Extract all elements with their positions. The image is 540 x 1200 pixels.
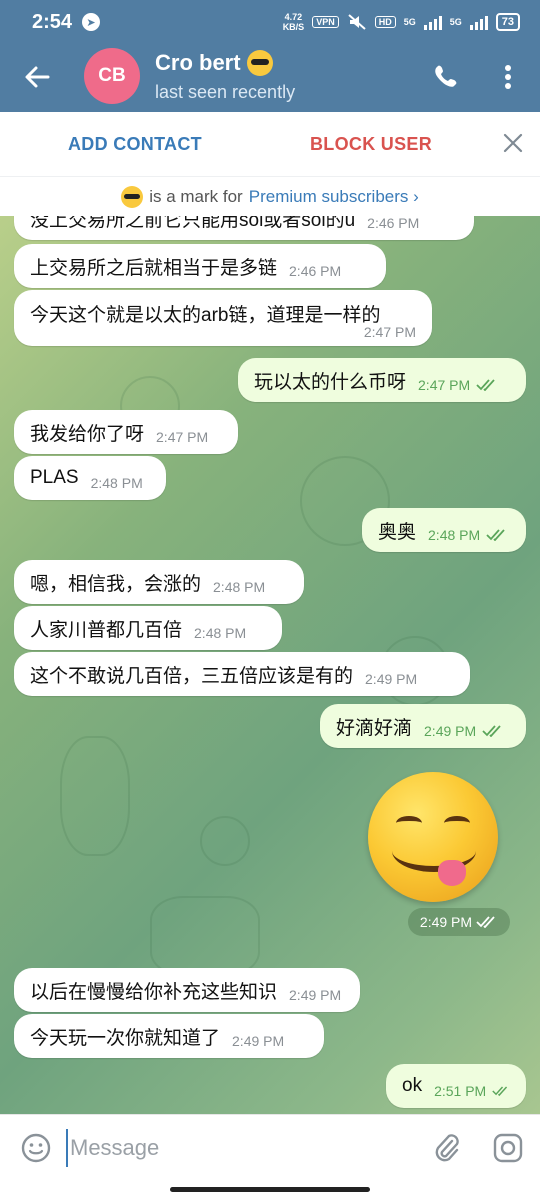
status-bar: 2:54 ➤ 4.72 KB/S VPN HD 5G 5G 73 (0, 0, 540, 44)
message-time: 2:48 PM (428, 527, 481, 543)
message-text: 没上交易所之前它只能用sol或者sol的u (30, 216, 356, 231)
add-contact-button[interactable]: ADD CONTACT (68, 134, 202, 155)
telegram-notification-icon: ➤ (82, 13, 101, 31)
network-speed-value: 4.72 (284, 12, 303, 22)
message-text: 我发给你了呀 (30, 423, 145, 445)
signal-bars-icon (423, 14, 442, 30)
message-text: 今天玩一次你就知道了 (30, 1027, 221, 1049)
sticker-right-eye (444, 816, 470, 830)
message-bubble-incoming[interactable]: 没上交易所之前它只能用sol或者sol的u 2:46 PM (14, 216, 474, 240)
battery-indicator: 73 (495, 13, 520, 31)
network-speed: 4.72 KB/S (283, 12, 305, 32)
contact-name: Cro bert (155, 50, 241, 75)
sticker-time-badge: 2:49 PM (408, 908, 510, 936)
message-bubble-outgoing[interactable]: 奥奥 2:48 PM (362, 508, 526, 552)
sticker-time: 2:49 PM (419, 914, 473, 930)
message-bubble-incoming[interactable]: PLAS 2:48 PM (14, 456, 166, 500)
system-navigation-bar (0, 1180, 540, 1200)
status-indicators: 4.72 KB/S VPN HD 5G 5G 73 (283, 12, 520, 32)
message-bubble-incoming[interactable]: 这个不敢说几百倍，三五倍应该是有的 2:49 PM (14, 652, 470, 696)
message-text: PLAS (30, 467, 79, 488)
read-checkmarks-icon (482, 725, 501, 737)
phone-call-icon[interactable] (430, 62, 460, 92)
premium-subscribers-link[interactable]: Premium subscribers › (249, 187, 419, 207)
more-vertical-icon[interactable] (496, 62, 520, 92)
premium-notice-text: is a mark for (149, 186, 243, 206)
home-gesture-handle[interactable] (170, 1187, 370, 1192)
contact-action-bar: ADD CONTACT BLOCK USER (0, 112, 540, 176)
wallpaper-doodle (60, 736, 130, 856)
signal-bars-2-icon (469, 14, 488, 30)
message-text: 玩以太的什么币呀 (254, 371, 407, 393)
status-time: 2:54 (32, 10, 73, 33)
wallpaper-doodle (200, 816, 250, 866)
message-time: 2:49 PM (365, 671, 418, 687)
message-text: 奥奥 (378, 521, 417, 543)
message-time: 2:46 PM (289, 263, 342, 279)
message-bubble-incoming[interactable]: 以后在慢慢给你补充这些知识 2:49 PM (14, 968, 360, 1012)
close-icon[interactable] (500, 130, 526, 156)
vpn-icon: VPN (312, 16, 339, 28)
camera-icon[interactable] (492, 1132, 524, 1164)
signal-label-2: 5G (449, 17, 462, 27)
message-time: 2:49 PM (289, 987, 342, 1003)
message-text: 这个不敢说几百倍，三五倍应该是有的 (30, 665, 354, 687)
message-bubble-outgoing[interactable]: 好滴好滴 2:49 PM (320, 704, 526, 748)
chat-header: CB Cro bert last seen recently (0, 44, 540, 112)
message-bubble-incoming[interactable]: 今天这个就是以太的arb链，道理是一样的 2:47 PM (14, 290, 432, 346)
premium-emoji-icon (121, 185, 144, 208)
premium-emoji-status-icon[interactable] (246, 50, 273, 76)
message-bubble-incoming[interactable]: 今天玩一次你就知道了 2:49 PM (14, 1014, 324, 1058)
read-checkmarks-icon (492, 1086, 508, 1097)
network-speed-unit: KB/S (282, 22, 305, 32)
message-time: 2:46 PM (367, 216, 420, 231)
contact-name-row[interactable]: Cro bert (155, 50, 273, 76)
attach-paperclip-icon[interactable] (430, 1131, 462, 1165)
message-time: 2:47 PM (418, 377, 471, 393)
sticker-tongue (438, 860, 466, 886)
chat-messages-area[interactable]: 没上交易所之前它只能用sol或者sol的u 2:46 PM 上交易所之后就相当于… (0, 216, 540, 1114)
message-text: ok (402, 1075, 423, 1096)
message-bubble-incoming[interactable]: 人家川普都几百倍 2:48 PM (14, 606, 282, 650)
message-time: 2:49 PM (424, 723, 477, 739)
message-time: 2:47 PM (363, 324, 416, 340)
message-time: 2:48 PM (213, 579, 266, 595)
back-arrow-icon[interactable] (22, 62, 52, 92)
message-time: 2:51 PM (434, 1083, 487, 1099)
block-user-button[interactable]: BLOCK USER (310, 134, 432, 155)
emoji-sticker[interactable] (368, 772, 498, 902)
message-text: 好滴好滴 (336, 717, 413, 739)
hd-voice-icon: HD (374, 16, 396, 28)
message-input[interactable] (66, 1129, 406, 1167)
last-seen-status: last seen recently (155, 82, 296, 102)
read-checkmarks-icon (476, 379, 495, 391)
message-text: 人家川普都几百倍 (30, 619, 183, 641)
message-text: 今天这个就是以太的arb链，道理是一样的 (30, 305, 381, 326)
message-text: 嗯，相信我，会涨的 (30, 573, 202, 595)
read-checkmarks-icon (476, 916, 495, 928)
signal-label-1: 5G (403, 17, 416, 27)
sticker-left-eye (396, 816, 422, 830)
message-time: 2:49 PM (232, 1033, 285, 1049)
message-time: 2:47 PM (156, 429, 209, 445)
message-bubble-incoming[interactable]: 我发给你了呀 2:47 PM (14, 410, 238, 454)
message-text: 上交易所之后就相当于是多链 (30, 257, 278, 279)
emoji-picker-icon[interactable] (20, 1132, 52, 1164)
wallpaper-doodle (150, 896, 260, 976)
message-time: 2:48 PM (194, 625, 247, 641)
read-checkmarks-icon (486, 529, 505, 541)
message-bubble-incoming[interactable]: 上交易所之后就相当于是多链 2:46 PM (14, 244, 386, 288)
message-time: 2:48 PM (90, 475, 143, 491)
avatar[interactable]: CB (84, 48, 140, 104)
mute-icon (348, 14, 366, 30)
premium-notice: is a mark for Premium subscribers › (0, 176, 540, 216)
message-bubble-outgoing[interactable]: 玩以太的什么币呀 2:47 PM (238, 358, 526, 402)
message-bubble-outgoing[interactable]: ok 2:51 PM (386, 1064, 526, 1108)
message-bubble-incoming[interactable]: 嗯，相信我，会涨的 2:48 PM (14, 560, 304, 604)
message-text: 以后在慢慢给你补充这些知识 (30, 981, 278, 1003)
message-input-bar (0, 1114, 540, 1180)
